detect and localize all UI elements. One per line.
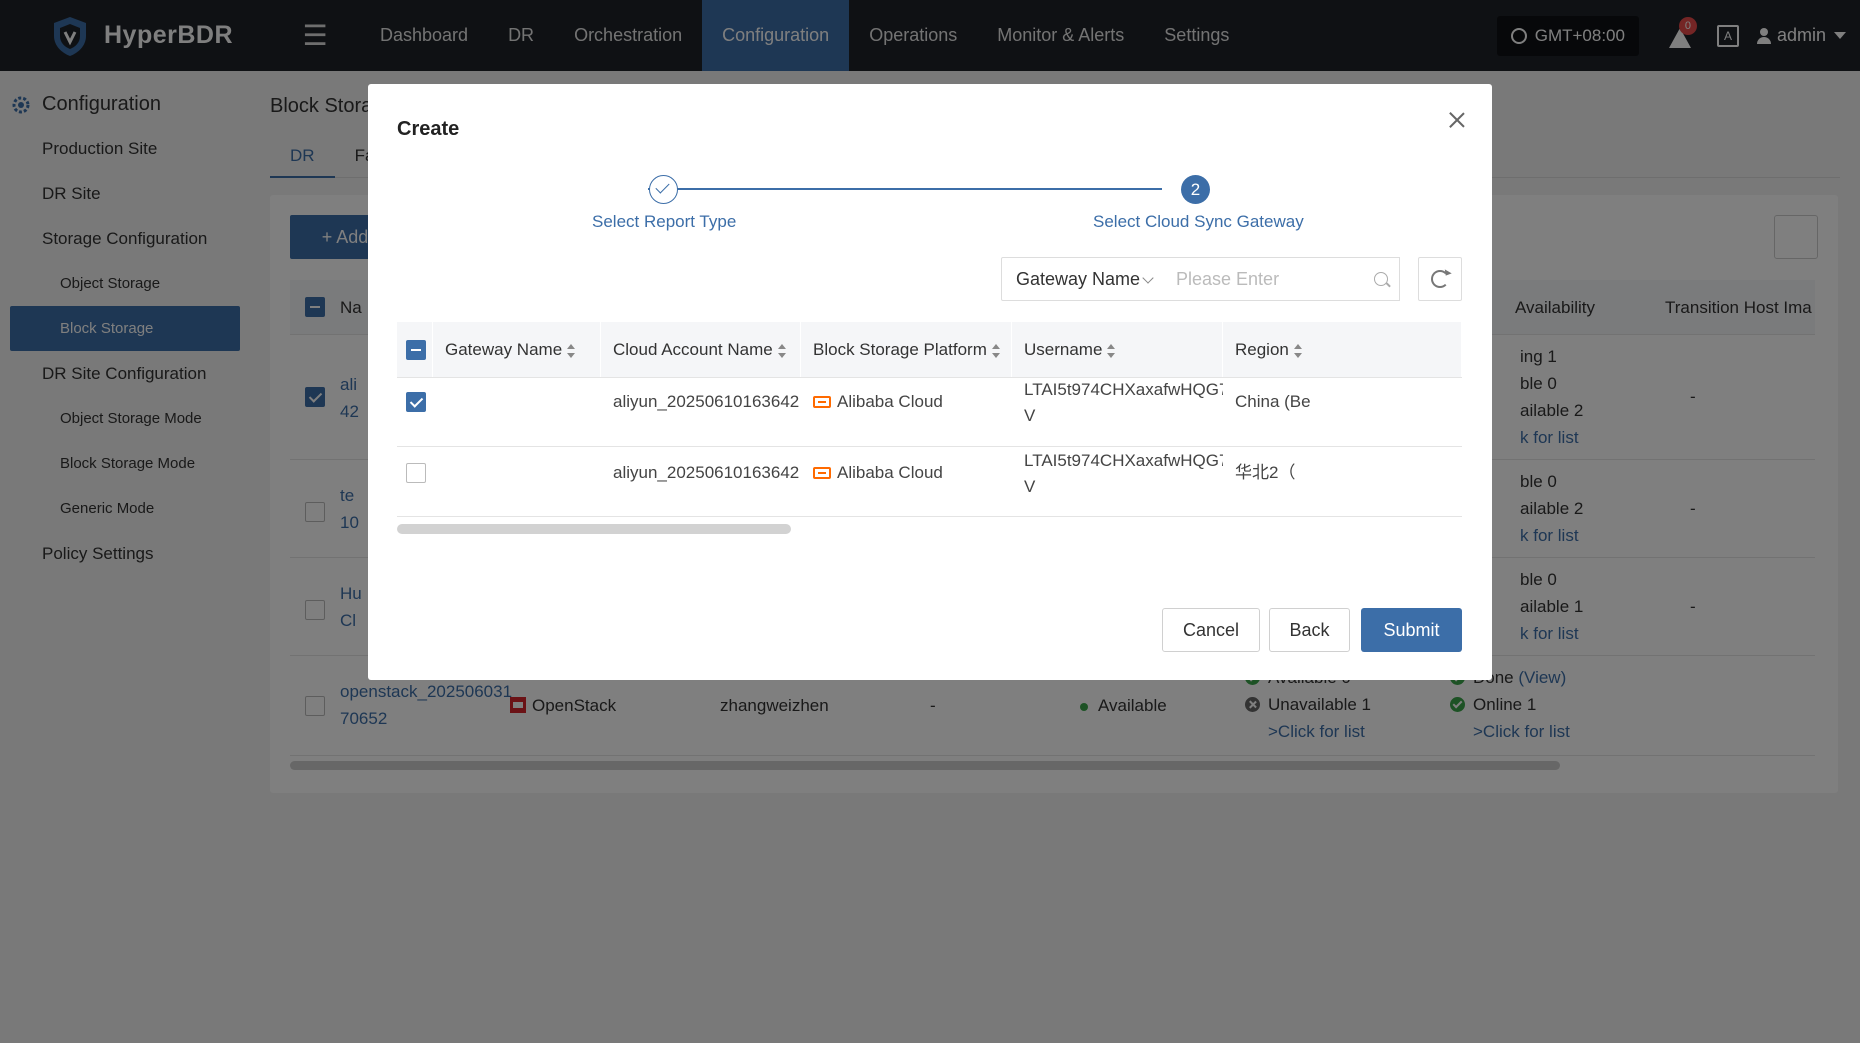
select-all-header bbox=[397, 322, 433, 378]
alibaba-cloud-icon bbox=[813, 467, 831, 479]
cloud-account-cell: aliyun_20250610163642 bbox=[613, 463, 800, 482]
chevron-down-icon bbox=[1142, 272, 1154, 284]
column-gateway-name[interactable]: Gateway Name bbox=[433, 322, 601, 378]
filter-field-select[interactable]: Gateway Name bbox=[1001, 257, 1163, 301]
column-cloud-account-name[interactable]: Cloud Account Name bbox=[601, 322, 801, 378]
row-divider bbox=[397, 516, 1462, 517]
sort-icon bbox=[991, 343, 1000, 358]
row-checkbox[interactable] bbox=[406, 463, 426, 483]
search-icon[interactable] bbox=[1374, 272, 1388, 286]
table-horizontal-scrollbar[interactable] bbox=[397, 524, 791, 534]
column-region[interactable]: Region bbox=[1223, 322, 1462, 378]
step-2-label: Select Cloud Sync Gateway bbox=[1093, 212, 1304, 231]
back-button[interactable]: Back bbox=[1269, 608, 1350, 652]
search-input[interactable] bbox=[1162, 257, 1400, 301]
select-all-checkbox[interactable] bbox=[406, 340, 426, 360]
refresh-icon bbox=[1431, 270, 1449, 288]
username-cell-line1: LTAI5t974CHXaxafwHQG7KL bbox=[1024, 451, 1223, 470]
close-icon[interactable] bbox=[1446, 110, 1468, 132]
cloud-account-cell: aliyun_20250610163642 bbox=[613, 392, 800, 411]
row-checkbox[interactable] bbox=[406, 392, 426, 412]
gateway-table: Gateway Name Cloud Account Name Block St… bbox=[397, 322, 1462, 517]
region-cell: 华北2（ bbox=[1235, 463, 1296, 482]
sort-icon bbox=[1293, 343, 1302, 358]
column-username[interactable]: Username bbox=[1012, 322, 1223, 378]
dialog-title: Create bbox=[397, 118, 460, 140]
username-cell-line1: LTAI5t974CHXaxafwHQG7KL bbox=[1024, 380, 1223, 399]
create-dialog: Create 2 Select Report Type Select Cloud… bbox=[368, 84, 1492, 680]
step-1-label: Select Report Type bbox=[592, 212, 737, 231]
username-cell-line2: V bbox=[1024, 477, 1036, 496]
sort-icon bbox=[567, 343, 576, 358]
sort-icon bbox=[1107, 343, 1116, 358]
platform-cell: Alibaba Cloud bbox=[801, 459, 1012, 486]
refresh-button[interactable] bbox=[1418, 257, 1462, 301]
step-1-check-icon bbox=[649, 175, 678, 204]
row-divider bbox=[397, 446, 1462, 447]
username-cell-line2: V bbox=[1024, 406, 1036, 425]
region-cell: China (Be bbox=[1235, 392, 1311, 411]
submit-button[interactable]: Submit bbox=[1361, 608, 1462, 652]
step-2-indicator: 2 bbox=[1181, 175, 1210, 204]
column-block-storage-platform[interactable]: Block Storage Platform bbox=[801, 322, 1012, 378]
cancel-button[interactable]: Cancel bbox=[1162, 608, 1260, 652]
platform-cell: Alibaba Cloud bbox=[801, 388, 1012, 415]
sort-icon bbox=[777, 343, 786, 358]
steps-progress-line bbox=[648, 188, 1162, 190]
alibaba-cloud-icon bbox=[813, 396, 831, 408]
